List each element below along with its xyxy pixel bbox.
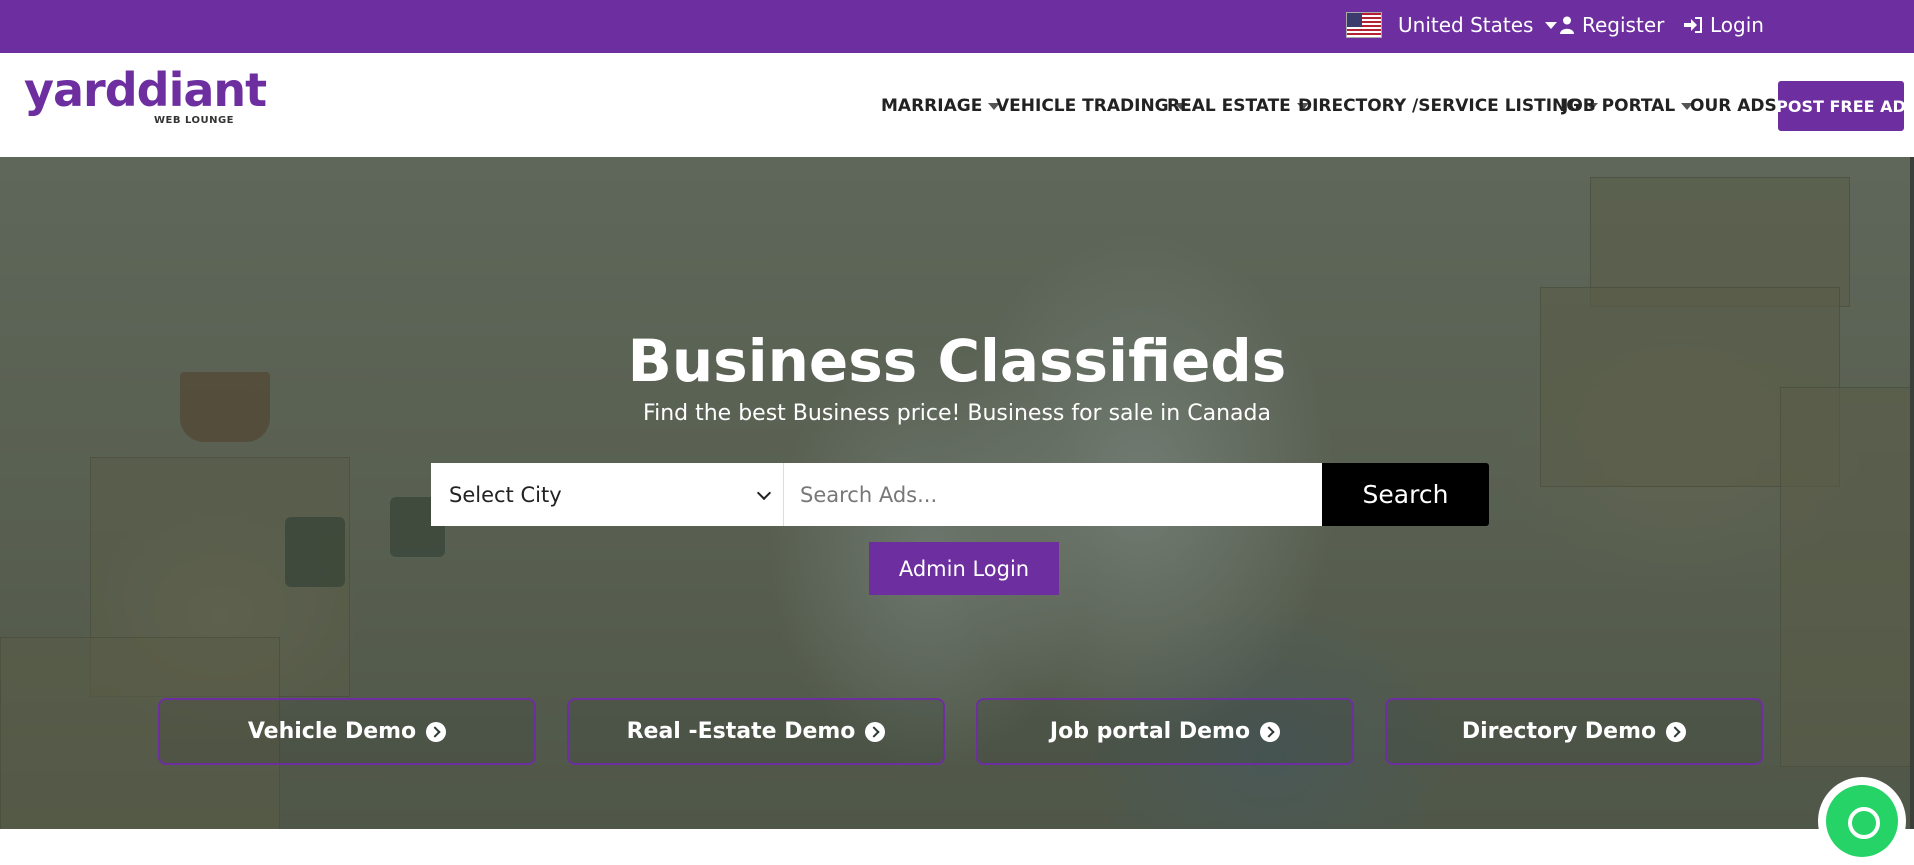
- country-label: United States: [1398, 13, 1534, 37]
- circle-arrow-right-icon: [865, 721, 886, 742]
- nav-job-portal-label: JOB PORTAL: [1562, 96, 1676, 116]
- vehicle-demo-button[interactable]: Vehicle Demo: [158, 698, 536, 765]
- top-bar: United States Register Login: [0, 0, 1914, 53]
- city-select[interactable]: Select City: [431, 463, 784, 526]
- us-flag-icon: [1346, 12, 1382, 38]
- main-header: yarddiant WEB LOUNGE MARRIAGE VEHICLE TR…: [0, 53, 1914, 157]
- city-select-value: Select City: [449, 482, 562, 507]
- directory-demo-button[interactable]: Directory Demo: [1385, 698, 1763, 765]
- vehicle-demo-label: Vehicle Demo: [247, 719, 417, 744]
- circle-arrow-right-icon: [1260, 721, 1281, 742]
- nav-directory[interactable]: DIRECTORY /SERVICE LISTING: [1298, 93, 1599, 119]
- logo-subtitle: WEB LOUNGE: [153, 115, 234, 126]
- sign-in-icon: [1684, 17, 1702, 33]
- admin-login-button[interactable]: Admin Login: [869, 542, 1059, 595]
- hero-section: Business Classifieds Find the best Busin…: [0, 157, 1914, 829]
- nav-marriage[interactable]: MARRIAGE: [881, 93, 1001, 119]
- whatsapp-icon: [1826, 785, 1898, 857]
- directory-demo-label: Directory Demo: [1461, 719, 1657, 744]
- hero-subtitle: Find the best Business price! Business f…: [643, 401, 1271, 426]
- nav-real-estate-label: REAL ESTATE: [1167, 96, 1291, 116]
- login-link[interactable]: Login: [1684, 0, 1764, 50]
- job-portal-demo-button[interactable]: Job portal Demo: [976, 698, 1354, 765]
- search-input[interactable]: [784, 463, 1322, 526]
- page-edge-divider: [1910, 157, 1914, 829]
- nav-real-estate[interactable]: REAL ESTATE: [1167, 93, 1309, 119]
- logo-word: yarddiant: [24, 63, 267, 117]
- real-estate-demo-button[interactable]: Real -Estate Demo: [567, 698, 945, 765]
- login-label: Login: [1710, 13, 1764, 37]
- nav-marriage-label: MARRIAGE: [881, 96, 983, 116]
- whatsapp-chat-button[interactable]: [1818, 777, 1906, 865]
- logo[interactable]: yarddiant WEB LOUNGE: [24, 63, 267, 126]
- search-bar: Select City Search: [431, 463, 1489, 526]
- circle-arrow-right-icon: [1666, 721, 1687, 742]
- nav-our-ads[interactable]: OUR ADS: [1690, 93, 1777, 119]
- chevron-down-icon: [756, 485, 772, 501]
- real-estate-demo-label: Real -Estate Demo: [626, 719, 856, 744]
- hero-title: Business Classifieds: [627, 327, 1287, 395]
- user-icon: [1560, 16, 1574, 34]
- register-link[interactable]: Register: [1560, 0, 1664, 50]
- country-selector[interactable]: United States: [1346, 0, 1558, 50]
- job-portal-demo-label: Job portal Demo: [1049, 719, 1251, 744]
- nav-directory-label: DIRECTORY /SERVICE LISTING: [1298, 96, 1581, 116]
- nav-our-ads-label: OUR ADS: [1690, 96, 1777, 116]
- register-label: Register: [1582, 13, 1665, 37]
- circle-arrow-right-icon: [426, 721, 447, 742]
- search-button[interactable]: Search: [1322, 463, 1489, 526]
- nav-vehicle-trading-label: VEHICLE TRADING: [996, 96, 1169, 116]
- chevron-down-icon: [1545, 21, 1558, 29]
- nav-job-portal[interactable]: JOB PORTAL: [1562, 93, 1694, 119]
- nav-vehicle-trading[interactable]: VEHICLE TRADING: [996, 93, 1187, 119]
- post-free-ad-button[interactable]: POST FREE AD: [1776, 81, 1906, 131]
